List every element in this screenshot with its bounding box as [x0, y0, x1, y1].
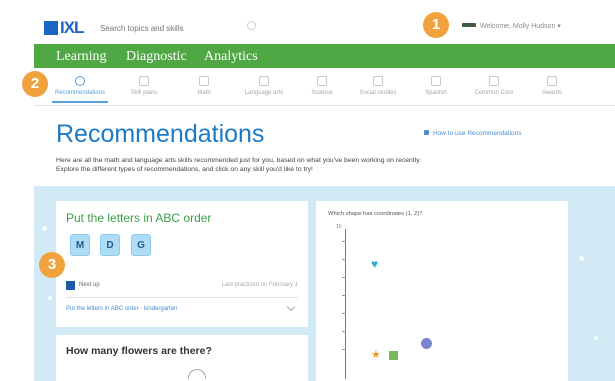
- y-axis-label: 10: [336, 224, 342, 230]
- decorative-dot: [48, 296, 52, 300]
- user-avatar-icon: [462, 23, 476, 27]
- callout-3: 3: [39, 252, 65, 278]
- card-title: How many flowers are there?: [66, 345, 212, 357]
- subtab-label: Recommendations: [54, 90, 106, 96]
- page: IXL Welcome, Molly Hudson ▾ Learning Dia…: [0, 0, 615, 381]
- top-bar: IXL Welcome, Molly Hudson ▾: [0, 0, 615, 44]
- y-tick: [342, 313, 346, 314]
- logo-text: IXL: [60, 18, 84, 37]
- skill-card-coordinates[interactable]: Which shape has coordinates (1, 2)? 10 ♥…: [316, 201, 568, 381]
- subtab-common-core[interactable]: Common Core: [462, 76, 526, 96]
- skill-card-flowers[interactable]: How many flowers are there?: [56, 335, 308, 381]
- y-axis: [345, 229, 346, 379]
- subtab-label: Spanish: [425, 90, 447, 96]
- last-practiced: Last practiced on February 1: [221, 282, 298, 288]
- y-tick: [342, 349, 346, 350]
- decorative-dot: [42, 226, 47, 231]
- user-label: Welcome, Molly Hudson ▾: [480, 23, 561, 30]
- skill-link[interactable]: Put the letters in ABC order · kindergar…: [66, 306, 177, 312]
- subtab-label: Common Core: [474, 90, 514, 96]
- spanish-icon: [431, 76, 441, 86]
- heart-icon: ♥: [371, 257, 379, 271]
- callout-1: 1: [423, 12, 449, 38]
- subtab-social-studies[interactable]: Social studies: [346, 76, 410, 96]
- language-arts-icon: [259, 76, 269, 86]
- divider: [66, 297, 298, 298]
- subtab-label: Skill plans: [130, 90, 158, 96]
- letter-tile: D: [100, 234, 120, 256]
- y-tick: [342, 277, 346, 278]
- callout-2: 2: [22, 71, 48, 97]
- next-up-tag: Next up: [79, 282, 100, 288]
- skill-plans-icon: [139, 76, 149, 86]
- description-line: Explore the different types of recommend…: [56, 166, 313, 173]
- subtab-skill-plans[interactable]: Skill plans: [112, 76, 176, 96]
- search-input[interactable]: [100, 20, 260, 36]
- how-to-use-label: How to use Recommendations: [433, 130, 522, 137]
- square-icon: [389, 351, 398, 360]
- letter-tile: M: [70, 234, 90, 256]
- subject-nav: Recommendations Skill plans Math Languag…: [34, 68, 615, 106]
- y-tick: [342, 295, 346, 296]
- subtab-spanish[interactable]: Spanish: [404, 76, 468, 96]
- decorative-dot: [579, 256, 584, 261]
- search-icon[interactable]: [247, 21, 256, 30]
- subtab-science[interactable]: Science: [290, 76, 354, 96]
- next-up-icon: [66, 281, 75, 290]
- recommendations-icon: [75, 76, 85, 86]
- subtab-label: Awards: [542, 90, 562, 96]
- social-studies-icon: [373, 76, 383, 86]
- subtab-label: Language arts: [244, 90, 284, 96]
- chevron-down-icon[interactable]: [286, 302, 296, 312]
- y-tick: [342, 259, 346, 260]
- science-icon: [317, 76, 327, 86]
- tab-analytics[interactable]: Analytics: [204, 49, 258, 65]
- main-nav: Learning Diagnostic Analytics: [34, 44, 615, 68]
- subtab-label: Math: [197, 90, 211, 96]
- tab-diagnostic[interactable]: Diagnostic: [126, 49, 187, 65]
- tab-learning[interactable]: Learning: [56, 49, 107, 65]
- subtab-label: Social studies: [359, 90, 397, 96]
- how-to-use-link[interactable]: How to use Recommendations: [424, 130, 522, 137]
- common-core-icon: [489, 76, 499, 86]
- page-description: Here are all the math and language arts …: [56, 156, 566, 174]
- ixl-logo[interactable]: IXL: [44, 18, 84, 38]
- flower-icon: [188, 369, 206, 379]
- decorative-dot: [594, 336, 598, 340]
- circle-icon: [421, 338, 432, 349]
- subtab-language-arts[interactable]: Language arts: [232, 76, 296, 96]
- star-icon: ★: [371, 349, 381, 361]
- y-tick: [342, 241, 346, 242]
- awards-icon: [547, 76, 557, 86]
- subtab-label: Science: [311, 90, 333, 96]
- user-menu[interactable]: Welcome, Molly Hudson ▾: [462, 22, 561, 30]
- card-title: Put the letters in ABC order: [66, 211, 212, 225]
- info-icon: [424, 130, 429, 135]
- description-line: Here are all the math and language arts …: [56, 157, 422, 164]
- subtab-math[interactable]: Math: [172, 76, 236, 96]
- card-question: Which shape has coordinates (1, 2)?: [328, 211, 423, 217]
- page-title: Recommendations: [56, 120, 265, 148]
- subtab-awards[interactable]: Awards: [520, 76, 584, 96]
- y-tick: [342, 331, 346, 332]
- math-icon: [199, 76, 209, 86]
- skill-card-abc-order[interactable]: Put the letters in ABC order M D G Next …: [56, 201, 308, 327]
- letter-tile: G: [131, 234, 151, 256]
- subtab-recommendations[interactable]: Recommendations: [48, 76, 112, 103]
